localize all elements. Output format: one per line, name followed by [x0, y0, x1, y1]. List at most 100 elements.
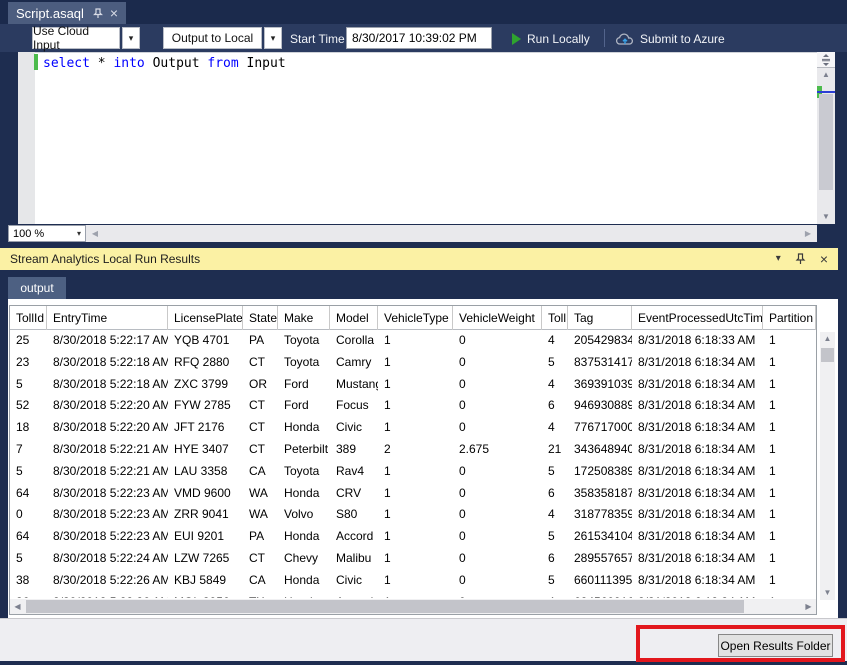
open-results-folder-button[interactable]: Open Results Folder	[718, 634, 833, 657]
tab-output[interactable]: output	[8, 277, 66, 299]
table-cell: 8/30/2018 5:22:18 AM	[47, 374, 168, 396]
table-cell: 1	[378, 504, 453, 526]
table-row[interactable]: 368/30/2018 5:22:26 AMMQL 3956TXHondaAcc…	[10, 592, 816, 598]
table-cell: 18	[10, 417, 47, 439]
split-window-handle[interactable]	[817, 52, 835, 68]
editor-horizontal-scrollbar[interactable]: ◀ ▶	[86, 225, 817, 242]
table-cell: Honda	[278, 570, 330, 592]
scrollbar-thumb[interactable]	[821, 348, 834, 362]
scroll-right-icon[interactable]: ▶	[801, 225, 815, 242]
column-header-entrytime[interactable]: EntryTime	[47, 306, 168, 330]
column-header-model[interactable]: Model	[330, 306, 378, 330]
input-source-dropdown-arrow-icon[interactable]: ▾	[122, 27, 140, 49]
table-cell: 4	[542, 330, 568, 352]
scrollbar-thumb[interactable]	[819, 94, 833, 190]
table-cell: 8/30/2018 5:22:18 AM	[47, 352, 168, 374]
table-row[interactable]: 58/30/2018 5:22:24 AMLZW 7265CTChevyMali…	[10, 548, 816, 570]
table-row[interactable]: 78/30/2018 5:22:21 AMHYE 3407CTPeterbilt…	[10, 439, 816, 461]
scroll-up-icon[interactable]: ▲	[820, 332, 835, 346]
table-cell: 1	[378, 395, 453, 417]
scroll-up-icon[interactable]: ▲	[817, 68, 835, 82]
table-cell: 8/30/2018 5:22:20 AM	[47, 417, 168, 439]
window-menu-icon[interactable]: ▾	[776, 254, 781, 264]
code-keyword: from	[207, 56, 238, 71]
table-cell: 0	[453, 352, 542, 374]
table-cell: 1	[378, 548, 453, 570]
close-icon[interactable]: ×	[820, 252, 828, 266]
scroll-left-icon[interactable]: ◀	[10, 599, 25, 614]
table-cell: 8/30/2018 5:22:17 AM	[47, 330, 168, 352]
tab-script-asaql[interactable]: Script.asaql ×	[8, 2, 126, 24]
table-cell: 1	[763, 483, 816, 505]
column-header-vehicleweight[interactable]: VehicleWeight	[453, 306, 542, 330]
column-header-tag[interactable]: Tag	[568, 306, 632, 330]
code-line[interactable]: select * into Output from Input	[43, 55, 286, 72]
column-header-eventprocessedutctime[interactable]: EventProcessedUtcTime	[632, 306, 763, 330]
table-cell: 8/30/2018 5:22:20 AM	[47, 395, 168, 417]
table-cell: 5	[542, 570, 568, 592]
table-cell: 776717000	[568, 417, 632, 439]
input-source-dropdown[interactable]: Use Cloud Input	[32, 27, 120, 49]
column-header-toll[interactable]: Toll	[542, 306, 568, 330]
table-row[interactable]: 238/30/2018 5:22:18 AMRFQ 2880CTToyotaCa…	[10, 352, 816, 374]
table-cell: KBJ 5849	[168, 570, 243, 592]
scroll-right-icon[interactable]: ▶	[801, 599, 816, 614]
pin-icon[interactable]	[93, 8, 103, 19]
table-cell: 8/31/2018 6:18:34 AM	[632, 439, 763, 461]
column-header-licenseplate[interactable]: LicensePlate	[168, 306, 243, 330]
table-cell: 4	[542, 374, 568, 396]
table-cell: Honda	[278, 417, 330, 439]
table-cell: 64	[10, 483, 47, 505]
table-cell: 0	[453, 483, 542, 505]
table-vertical-scrollbar[interactable]: ▲ ▼	[820, 332, 835, 600]
column-header-vehicletype[interactable]: VehicleType	[378, 306, 453, 330]
results-panel-header[interactable]: Stream Analytics Local Run Results ▾ ×	[0, 248, 838, 270]
scroll-down-icon[interactable]: ▼	[820, 586, 835, 600]
column-header-tollid[interactable]: TollId	[10, 306, 47, 330]
table-row[interactable]: 388/30/2018 5:22:26 AMKBJ 5849CAHondaCiv…	[10, 570, 816, 592]
scroll-left-icon[interactable]: ◀	[88, 225, 102, 242]
table-row[interactable]: 648/30/2018 5:22:23 AMVMD 9600WAHondaCRV…	[10, 483, 816, 505]
table-cell: 1	[763, 548, 816, 570]
table-cell: Toyota	[278, 330, 330, 352]
code-editor[interactable]	[35, 52, 817, 224]
table-horizontal-scrollbar[interactable]: ◀ ▶	[10, 599, 816, 614]
table-cell: 38	[10, 570, 47, 592]
table-cell: 1	[763, 504, 816, 526]
close-icon[interactable]: ×	[110, 6, 118, 20]
table-cell: 0	[453, 374, 542, 396]
table-cell: 8/31/2018 6:18:33 AM	[632, 330, 763, 352]
table-row[interactable]: 08/30/2018 5:22:23 AMZRR 9041WAVolvoS801…	[10, 504, 816, 526]
table-row[interactable]: 58/30/2018 5:22:18 AMZXC 3799ORFordMusta…	[10, 374, 816, 396]
table-cell: VMD 9600	[168, 483, 243, 505]
scrollbar-thumb[interactable]	[26, 600, 744, 613]
output-target-dropdown-arrow-icon[interactable]: ▾	[264, 27, 282, 49]
table-row[interactable]: 188/30/2018 5:22:20 AMJFT 2176CTHondaCiv…	[10, 417, 816, 439]
output-target-dropdown[interactable]: Output to Local	[163, 27, 262, 49]
table-cell: Peterbilt	[278, 439, 330, 461]
table-cell: 0	[453, 548, 542, 570]
table-cell: 5	[10, 461, 47, 483]
table-cell: Ford	[278, 395, 330, 417]
table-cell: OR	[243, 374, 278, 396]
editor-indicator-margin[interactable]	[18, 52, 35, 224]
pin-icon[interactable]	[795, 253, 806, 265]
run-locally-button[interactable]: Run Locally	[512, 32, 590, 46]
column-header-make[interactable]: Make	[278, 306, 330, 330]
table-row[interactable]: 528/30/2018 5:22:20 AMFYW 2785CTFordFocu…	[10, 395, 816, 417]
table-body: 258/30/2018 5:22:17 AMYQB 4701PAToyotaCo…	[10, 330, 816, 598]
scroll-down-icon[interactable]: ▼	[817, 210, 835, 224]
editor-zoom-dropdown[interactable]: 100 % ▾	[8, 225, 86, 242]
table-cell: 389	[330, 439, 378, 461]
start-time-input[interactable]	[346, 27, 492, 49]
table-cell: 64	[10, 526, 47, 548]
table-row[interactable]: 58/30/2018 5:22:21 AMLAU 3358CAToyotaRav…	[10, 461, 816, 483]
table-row[interactable]: 258/30/2018 5:22:17 AMYQB 4701PAToyotaCo…	[10, 330, 816, 352]
editor-vertical-scrollbar[interactable]: ▲ ▼	[817, 52, 835, 224]
code-text: Input	[239, 56, 286, 71]
table-row[interactable]: 648/30/2018 5:22:23 AMEUI 9201PAHondaAcc…	[10, 526, 816, 548]
table-cell: Toyota	[278, 461, 330, 483]
column-header-state[interactable]: State	[243, 306, 278, 330]
column-header-partition[interactable]: Partition	[763, 306, 816, 330]
submit-to-azure-button[interactable]: Submit to Azure	[616, 32, 725, 46]
